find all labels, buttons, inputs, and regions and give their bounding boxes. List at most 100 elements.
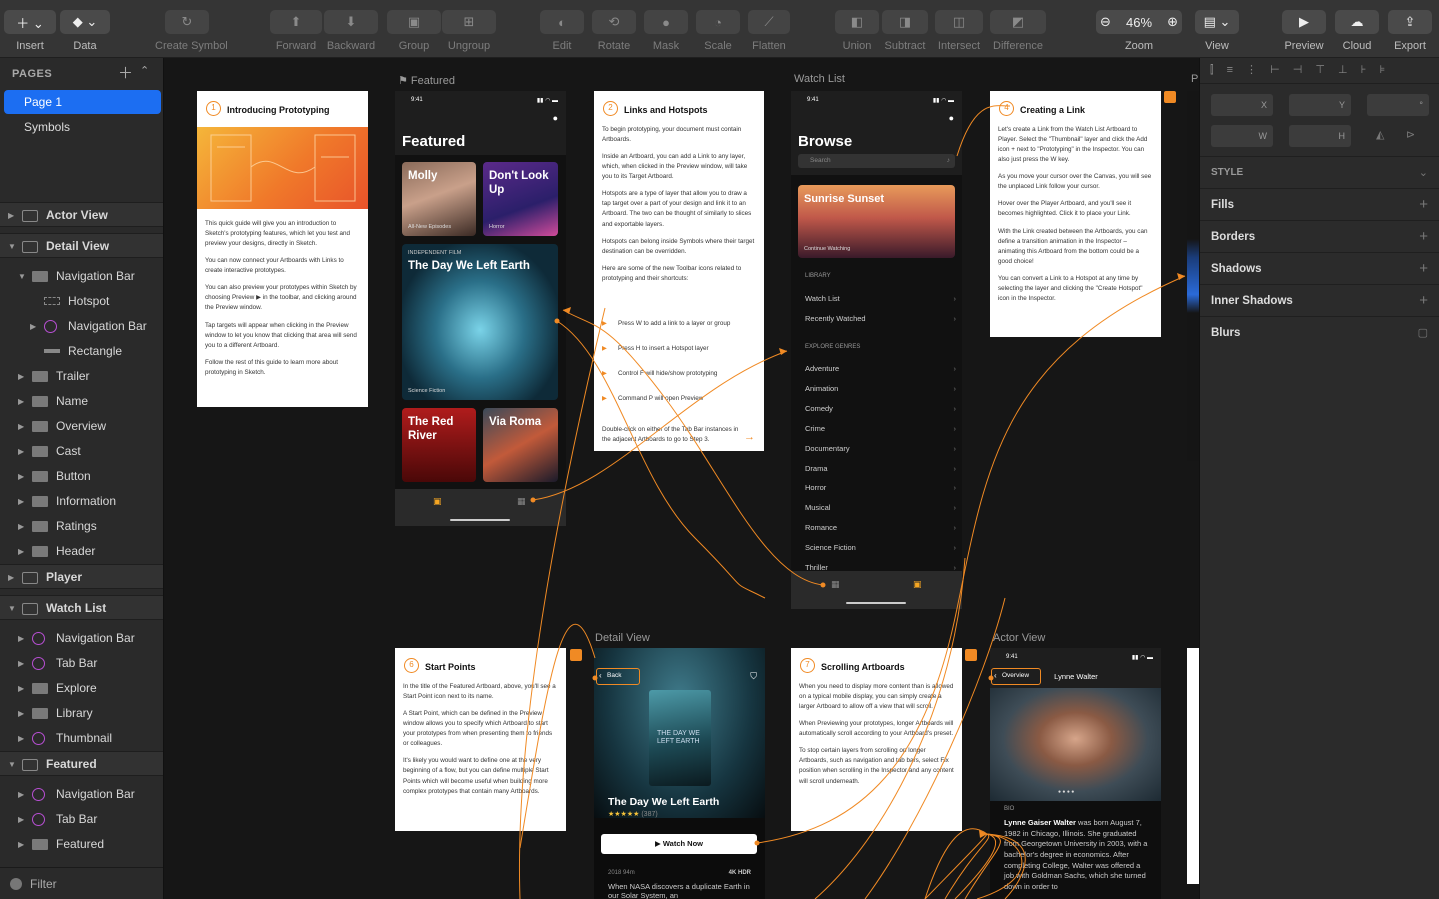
disclosure-icon[interactable]: ▶ [18, 539, 24, 564]
layer-row[interactable]: ▼ Featured [0, 751, 163, 777]
layer-row[interactable]: ▶ Trailer [0, 364, 163, 389]
disclosure-icon[interactable]: ▶ [18, 514, 24, 539]
disclosure-icon[interactable]: ▶ [8, 565, 14, 590]
width-field[interactable]: W [1211, 125, 1273, 147]
overview-back-button[interactable]: ‹ Overview [991, 668, 1041, 685]
disclosure-icon[interactable]: ▶ [18, 489, 24, 514]
preview-tool[interactable]: ▶ Preview [1282, 10, 1326, 52]
bookmark-icon[interactable]: ⛉ [750, 671, 757, 682]
artboard-title-watch-list[interactable]: Watch List [794, 73, 845, 85]
add-icon[interactable]: + [1419, 189, 1428, 221]
layer-row[interactable]: ▼ Detail View [0, 233, 163, 259]
flip-vertical-icon[interactable]: ⊳ [1406, 128, 1415, 141]
layer-row[interactable]: ▶ Information [0, 489, 163, 514]
profile-icon[interactable]: ● [949, 113, 954, 123]
library-tab-icon[interactable]: ▦ [517, 496, 526, 507]
tab-bar[interactable]: ▣ ▦ [395, 489, 566, 526]
artboard-title-player[interactable]: P [1191, 73, 1198, 85]
rotate-tool[interactable]: ⟲ Rotate [592, 10, 636, 52]
library-tab-icon[interactable]: ▣ [913, 579, 922, 590]
flatten-tool[interactable]: ⟋ Flatten [748, 10, 790, 52]
style-row-fills[interactable]: Fills + [1200, 188, 1439, 220]
disclosure-icon[interactable]: ▶ [8, 203, 14, 228]
zoom-out-icon[interactable]: ⊖ [1100, 14, 1111, 30]
zoom-in-icon[interactable]: ⊕ [1167, 14, 1178, 30]
artboard-watch-list[interactable]: 9:41 ▮▮ ◠ ▬ ● Browse Search ♪ Sunrise Sun… [791, 91, 962, 609]
profile-icon[interactable]: ● [553, 113, 558, 123]
difference-tool[interactable]: ◩ Difference [990, 10, 1046, 52]
tile-the-red-river[interactable]: The Red River [402, 408, 476, 482]
rotation-field[interactable]: ° [1367, 94, 1429, 116]
layer-row[interactable]: ▼ Watch List [0, 595, 163, 620]
export-tool[interactable]: ⇪ Export [1388, 10, 1432, 52]
disclosure-icon[interactable]: ▶ [18, 807, 24, 832]
scale-tool[interactable]: ◔ Scale [696, 10, 740, 52]
disclosure-icon[interactable]: ▶ [30, 314, 36, 339]
mask-tool[interactable]: ● Mask [644, 10, 688, 52]
layer-row[interactable]: ▶ Cast [0, 439, 163, 464]
y-field[interactable]: Y [1289, 94, 1351, 116]
layer-row[interactable]: ▶ Button [0, 464, 163, 489]
zoom-tool[interactable]: ⊖ 46% ⊕ Zoom [1096, 10, 1182, 52]
artboard-player-partial[interactable] [1187, 91, 1199, 461]
featured-tab-icon[interactable]: ▣ [433, 496, 442, 507]
disclosure-icon[interactable]: ▶ [18, 726, 24, 751]
cloud-tool[interactable]: ☁ Cloud [1335, 10, 1379, 52]
genre-item[interactable]: Science Fiction [805, 543, 956, 552]
add-icon[interactable]: + [1419, 285, 1428, 317]
artboard-title-actor-view[interactable]: Actor View [993, 632, 1045, 644]
layer-row[interactable]: ▶ Tab Bar [0, 651, 163, 676]
genre-item[interactable]: Adventure [805, 364, 956, 373]
card-start-points[interactable]: 6 Start Points In the title of the Featu… [395, 648, 566, 831]
disclosure-icon[interactable]: ▼ [18, 264, 26, 289]
genre-item[interactable]: Comedy [805, 404, 956, 413]
layer-row[interactable]: ▶ Ratings [0, 514, 163, 539]
union-tool[interactable]: ◧ Union [835, 10, 879, 52]
layer-row[interactable]: ▶ Navigation Bar [0, 314, 163, 339]
back-button[interactable]: ‹ Back [596, 668, 640, 685]
canvas[interactable]: ⚑ Featured Watch List Detail View Actor … [165, 58, 1199, 899]
genre-item[interactable]: Romance [805, 523, 956, 532]
layer-row[interactable]: ▶ Navigation Bar [0, 782, 163, 807]
genre-item[interactable]: Musical [805, 503, 956, 512]
card-links-and-hotspots[interactable]: 2 Links and Hotspots To begin prototypin… [594, 91, 764, 451]
insert-tool[interactable]: ＋ ⌄ Insert [4, 10, 56, 52]
disclosure-icon[interactable]: ▶ [18, 626, 24, 651]
add-page-icon[interactable]: ＋ [118, 62, 133, 83]
arrow-right-icon[interactable]: → [744, 429, 755, 447]
intersect-tool[interactable]: ◫ Intersect [935, 10, 983, 52]
layer-row[interactable]: ▶ Featured [0, 832, 163, 857]
layer-row[interactable]: ▶ Navigation Bar [0, 626, 163, 651]
disclosure-icon[interactable]: ▶ [18, 701, 24, 726]
disclosure-icon[interactable]: ▶ [18, 651, 24, 676]
artboard-title-featured[interactable]: ⚑ Featured [398, 74, 455, 87]
artboard-actor-view[interactable]: 9:41 ▮▮ ◠ ▬ ‹ Overview Lynne Walter ● ● ●… [990, 648, 1161, 899]
artboard-partial[interactable] [1187, 648, 1199, 884]
layer-row[interactable]: ▶ Explore [0, 676, 163, 701]
ungroup-tool[interactable]: ⊞ Ungroup [442, 10, 496, 52]
card-scrolling-artboards[interactable]: 7 Scrolling Artboards When you need to d… [791, 648, 962, 831]
artboard-detail-view[interactable]: ‹ Back ⛉ THE DAY WE LEFT EARTH The Day We… [594, 648, 765, 899]
layer-row[interactable]: ▶ Library [0, 701, 163, 726]
view-tool[interactable]: ▤ ⌄ View [1195, 10, 1239, 52]
layer-row[interactable]: Hotspot [0, 289, 163, 314]
disclosure-icon[interactable]: ▶ [18, 782, 24, 807]
disclosure-icon[interactable]: ▼ [8, 234, 16, 259]
flip-horizontal-icon[interactable]: ◭ [1376, 128, 1384, 141]
artboard-featured[interactable]: 9:41 ▮▮ ◠ ▬ ● Featured Molly All-New Epis… [395, 91, 566, 526]
microphone-icon[interactable]: ♪ [947, 154, 950, 168]
style-row-shadows[interactable]: Shadows + [1200, 252, 1439, 284]
disclosure-icon[interactable]: ▶ [18, 832, 24, 857]
disclosure-icon[interactable]: ▼ [8, 752, 16, 777]
card-introducing-prototyping[interactable]: 1 Introducing Prototyping This quick gui… [197, 91, 368, 407]
style-row-inner-shadows[interactable]: Inner Shadows + [1200, 284, 1439, 316]
layer-row[interactable]: ▶ Player [0, 564, 163, 590]
layer-row[interactable]: ▼ Navigation Bar [0, 264, 163, 289]
disclosure-icon[interactable]: ▶ [18, 414, 24, 439]
layer-row[interactable]: ▶ Actor View [0, 202, 163, 228]
style-row-blurs[interactable]: Blurs ▢ [1200, 316, 1439, 348]
backward-tool[interactable]: ⬇ Backward [324, 10, 378, 52]
genre-item[interactable]: Documentary [805, 444, 956, 453]
collapse-icon[interactable]: ⌃ [140, 64, 149, 77]
subtract-tool[interactable]: ◨ Subtract [882, 10, 928, 52]
